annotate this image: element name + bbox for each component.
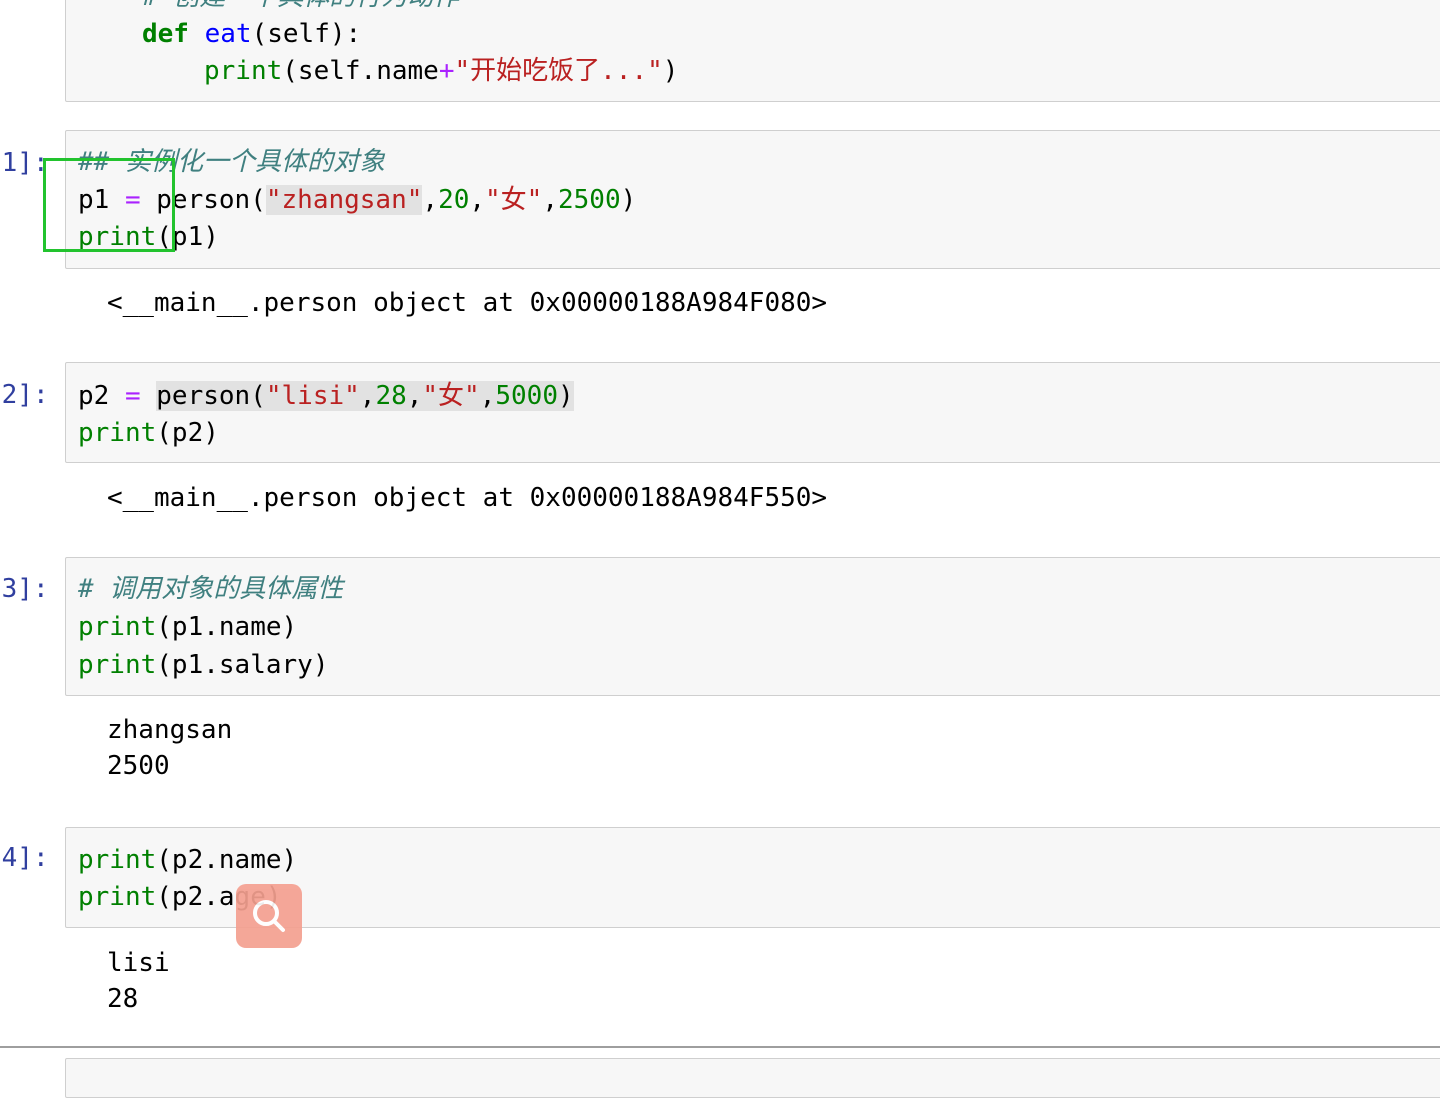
- cell-output: <__main__.person object at 0x00000188A98…: [107, 288, 828, 318]
- cell-output-line: lisi: [107, 948, 170, 978]
- search-icon: [253, 900, 285, 932]
- code-line-def: def eat(self):: [142, 19, 362, 49]
- code-line-comment: # 调用对象的具体属性: [78, 574, 344, 604]
- cell-prompt: 12]:: [0, 380, 49, 410]
- cell-prompt: 11]:: [0, 148, 49, 178]
- code-cell-next[interactable]: [65, 1058, 1440, 1098]
- cell-prompt: 13]:: [0, 574, 49, 604]
- code-line-print: print(p2.name): [78, 845, 298, 875]
- search-button[interactable]: [236, 884, 302, 948]
- divider: [0, 1046, 1440, 1048]
- cell-prompt: 14]:: [0, 843, 49, 873]
- code-line-print-eat: print(self.name+"开始吃饭了..."): [204, 56, 679, 86]
- cell-output-line: 2500: [107, 751, 170, 781]
- code-line-print: print(p1.name): [78, 612, 298, 642]
- code-line-comment: # 创建一个具体的行为动作: [142, 0, 459, 14]
- cell-output: <__main__.person object at 0x00000188A98…: [107, 483, 828, 513]
- code-line-instantiate: p2 = person("lisi",28,"女",5000): [78, 381, 574, 411]
- cell-output-line: 28: [107, 984, 139, 1014]
- code-line-print: print(p1.salary): [78, 650, 329, 680]
- cell-output-line: zhangsan: [107, 715, 233, 745]
- code-line-print: print(p2): [78, 418, 219, 448]
- selection-highlight: [43, 158, 175, 252]
